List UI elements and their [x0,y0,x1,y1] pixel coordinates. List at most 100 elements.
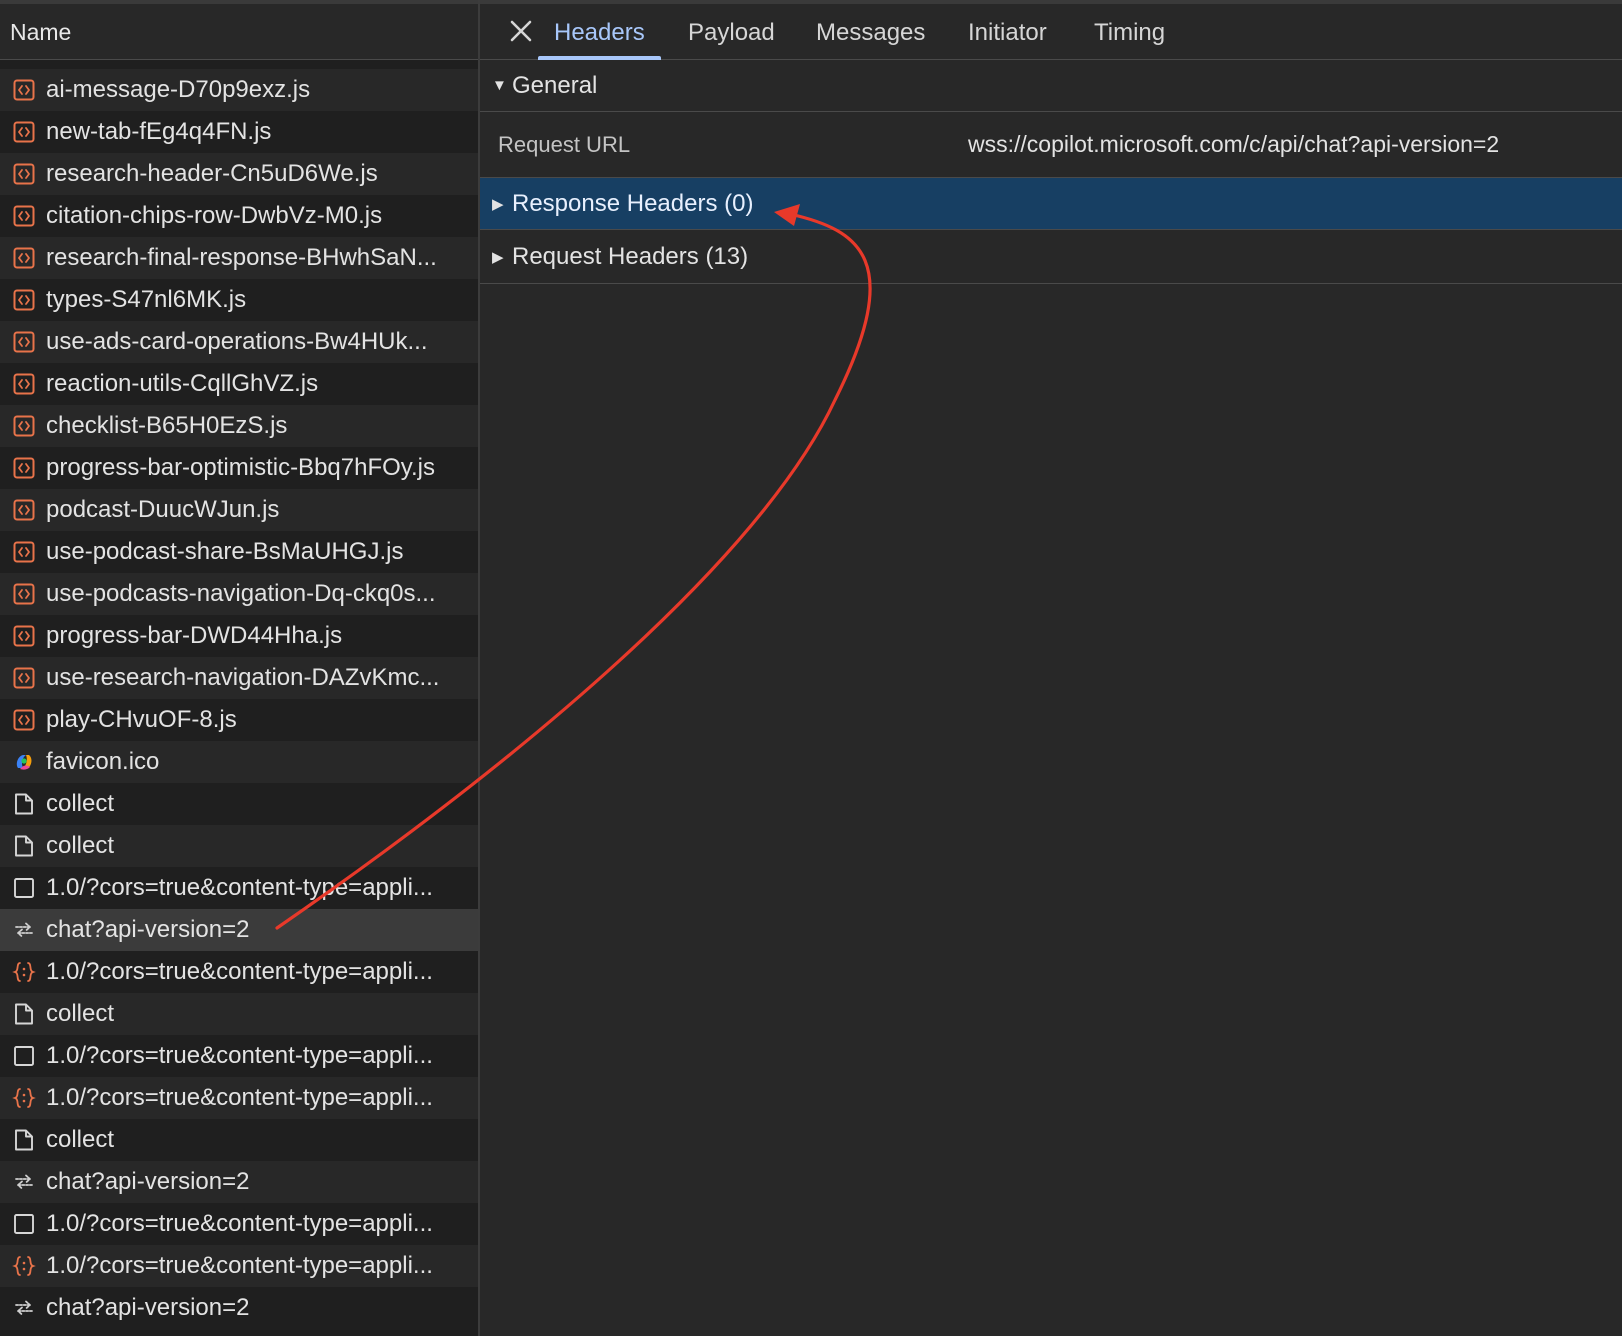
request-name: chat?api-version=2 [46,916,250,943]
general-section-label: General [512,71,598,99]
request-row[interactable]: chat?api-version=2 [0,909,478,951]
tab-initiator[interactable]: Initiator [952,4,1063,60]
network-request-list: Name ai-message-D70p9exz.js new-tab-fEg4q… [0,0,480,1336]
script-icon [12,540,36,564]
script-icon [12,708,36,732]
triangle-right-icon: ▶ [492,248,504,266]
request-name: 1.0/?cors=true&content-type=appli... [46,958,433,985]
document-icon [12,792,36,816]
request-row[interactable]: use-podcasts-navigation-Dq-ckq0s... [0,573,478,615]
request-row[interactable]: use-podcast-share-BsMaUHGJ.js [0,531,478,573]
websocket-icon [12,1296,36,1320]
tab-timing[interactable]: Timing [1078,4,1181,60]
request-name: use-podcasts-navigation-Dq-ckq0s... [46,580,436,607]
checkbox-square-icon [12,1212,36,1236]
request-url-row: Request URL wss://copilot.microsoft.com/… [480,112,1622,178]
request-name: use-ads-card-operations-Bw4HUk... [46,328,428,355]
script-icon [12,204,36,228]
detail-tab-bar: Headers Payload Messages Initiator Timin… [480,0,1622,60]
document-icon [12,1002,36,1026]
script-icon [12,288,36,312]
request-name: collect [46,1126,115,1153]
request-row[interactable]: play-CHvuOF-8.js [0,699,478,741]
request-name: citation-chips-row-DwbVz-M0.js [46,202,383,229]
request-row[interactable]: research-header-Cn5uD6We.js [0,153,478,195]
general-section-toggle[interactable]: ▼ General [480,60,1622,112]
request-row[interactable]: types-S47nl6MK.js [0,279,478,321]
request-row[interactable]: 1.0/?cors=true&content-type=appli... [0,1245,478,1287]
script-icon [12,246,36,270]
name-column-header[interactable]: Name [0,0,478,60]
request-row[interactable]: citation-chips-row-DwbVz-M0.js [0,195,478,237]
fetch-braces-icon [12,1254,36,1278]
response-headers-label: Response Headers (0) [512,189,754,217]
document-icon [12,834,36,858]
request-url-key: Request URL [498,131,631,157]
request-url-value[interactable]: wss://copilot.microsoft.com/c/api/chat?a… [968,131,1499,158]
request-name: 1.0/?cors=true&content-type=appli... [46,1084,433,1111]
request-headers-label: Request Headers (13) [512,242,749,270]
fetch-braces-icon [12,960,36,984]
request-headers-section-toggle[interactable]: ▶ Request Headers (13) [480,230,1622,284]
request-name: 1.0/?cors=true&content-type=appli... [46,874,433,901]
script-icon [12,498,36,522]
request-name: progress-bar-optimistic-Bbq7hFOy.js [46,454,436,481]
request-row[interactable]: reaction-utils-CqllGhVZ.js [0,363,478,405]
request-row[interactable]: research-final-response-BHwhSaN... [0,237,478,279]
request-row[interactable]: collect [0,1119,478,1161]
request-name: collect [46,1000,115,1027]
close-icon[interactable] [508,18,534,44]
request-row[interactable]: collect [0,783,478,825]
request-row[interactable]: 1.0/?cors=true&content-type=appli... [0,951,478,993]
request-detail-panel: Headers Payload Messages Initiator Timin… [480,0,1622,1336]
request-name: research-header-Cn5uD6We.js [46,160,378,187]
request-row[interactable]: 1.0/?cors=true&content-type=appli... [0,867,478,909]
websocket-icon [12,1170,36,1194]
request-name: use-podcast-share-BsMaUHGJ.js [46,538,404,565]
request-name: collect [46,790,115,817]
request-row[interactable]: progress-bar-optimistic-Bbq7hFOy.js [0,447,478,489]
triangle-right-icon: ▶ [492,195,504,213]
request-name: favicon.ico [46,748,160,775]
request-name: new-tab-fEg4q4FN.js [46,118,272,145]
request-name: use-research-navigation-DAZvKmc... [46,664,440,691]
tab-messages[interactable]: Messages [800,4,941,60]
request-row[interactable]: new-tab-fEg4q4FN.js [0,111,478,153]
favicon-icon [12,750,36,774]
request-row[interactable]: collect [0,993,478,1035]
request-name: reaction-utils-CqllGhVZ.js [46,370,319,397]
request-row[interactable]: chat?api-version=2 [0,1287,478,1329]
fetch-braces-icon [12,1086,36,1110]
request-row[interactable]: chat?api-version=2 [0,1161,478,1203]
checkbox-square-icon [12,1044,36,1068]
checkbox-square-icon [12,876,36,900]
request-row[interactable]: 1.0/?cors=true&content-type=appli... [0,1203,478,1245]
request-name: research-final-response-BHwhSaN... [46,244,437,271]
script-icon [12,666,36,690]
request-row[interactable]: podcast-DuucWJun.js [0,489,478,531]
request-row[interactable]: favicon.ico [0,741,478,783]
script-icon [12,162,36,186]
script-icon [12,456,36,480]
request-row[interactable]: progress-bar-DWD44Hha.js [0,615,478,657]
script-icon [12,78,36,102]
script-icon [12,582,36,606]
request-row[interactable]: use-research-navigation-DAZvKmc... [0,657,478,699]
response-headers-section-toggle[interactable]: ▶ Response Headers (0) [480,178,1622,230]
tab-headers[interactable]: Headers [538,4,661,60]
request-row[interactable]: ai-message-D70p9exz.js [0,69,478,111]
request-name: 1.0/?cors=true&content-type=appli... [46,1210,433,1237]
request-row[interactable]: collect [0,825,478,867]
request-row[interactable]: use-ads-card-operations-Bw4HUk... [0,321,478,363]
request-name: ai-message-D70p9exz.js [46,76,311,103]
document-icon [12,1128,36,1152]
request-name: chat?api-version=2 [46,1294,250,1321]
request-name: chat?api-version=2 [46,1168,250,1195]
websocket-icon [12,918,36,942]
tab-payload[interactable]: Payload [672,4,791,60]
request-name: progress-bar-DWD44Hha.js [46,622,343,649]
script-icon [12,414,36,438]
request-row[interactable]: 1.0/?cors=true&content-type=appli... [0,1077,478,1119]
request-row[interactable]: checklist-B65H0EzS.js [0,405,478,447]
request-row[interactable]: 1.0/?cors=true&content-type=appli... [0,1035,478,1077]
